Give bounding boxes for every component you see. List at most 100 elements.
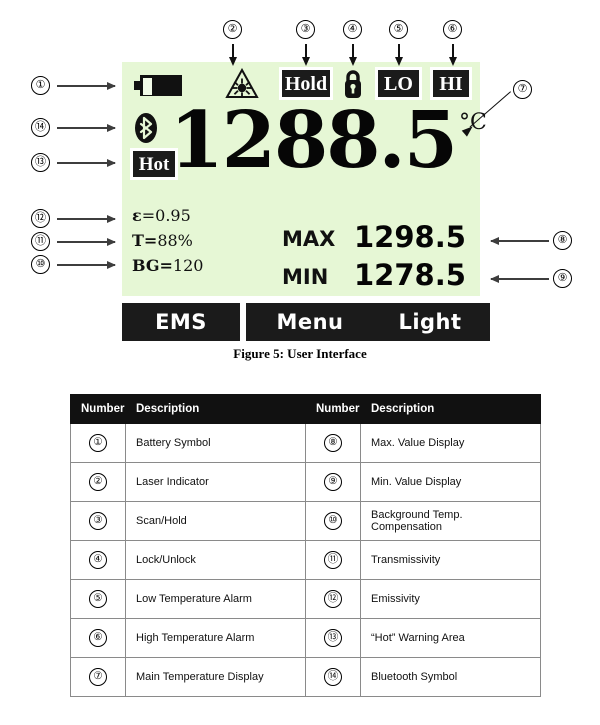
header-description-left: Description [125,394,306,424]
row-description-right: “Hot” Warning Area [360,618,541,658]
callout-9-arrow [490,275,549,283]
callout-3: ③ [296,20,315,39]
max-value-display: 1298.5 [354,220,466,254]
circled-number: ④ [89,551,107,569]
row-number-left: ① [70,423,126,463]
row-number-left: ④ [70,540,126,580]
row-description-left: Scan/Hold [125,501,306,541]
callout-8: ⑧ [553,231,572,250]
row-number-right: ⑩ [305,501,361,541]
emissivity-label: ε [132,206,142,225]
row-number-left: ③ [70,501,126,541]
softkey-bar: EMS Menu Light [122,303,490,341]
circled-number: ⑥ [89,629,107,647]
row-description-left: Battery Symbol [125,423,306,463]
row-description-right: Background Temp. Compensation [360,501,541,541]
emissivity-equals: = [141,206,156,225]
table-header-row: Number Description Number Description [70,394,541,424]
callout-11: ⑪ [31,232,50,251]
row-number-right: ⑧ [305,423,361,463]
legend-table-body: ① Battery Symbol ⑧ Max. Value Display ② Laser… [70,423,541,697]
callout-14: ⑭ [31,118,50,137]
row-number-right: ⑫ [305,579,361,619]
background-value: 120 [172,256,204,275]
battery-body [140,75,182,96]
figure-caption: Figure 5: User Interface [233,346,367,361]
row-description-left: Laser Indicator [125,462,306,502]
background-label: BG [132,256,160,275]
row-number-right: ⑨ [305,462,361,502]
circled-number: ⑧ [324,434,342,452]
light-button[interactable]: Light [370,303,490,341]
legend-table: Number Description Number Description ①B… [70,394,541,697]
circled-number: ⑩ [324,512,342,530]
max-label: MAX [282,227,336,251]
lcd-screen: Hold LO HI Hot 1288.5 ε=0.95 T=88% BG=12… [122,62,487,296]
callout-9: ⑨ [553,269,572,288]
callout-13: ⑬ [31,153,50,172]
row-number-right: ⑪ [305,540,361,580]
callout-7: ⑦ [513,80,532,99]
row-description-left: Main Temperature Display [125,657,306,697]
callout-10: ⑩ [31,255,50,274]
row-description-left: Lock/Unlock [125,540,306,580]
transmissivity-equals: = [143,231,158,250]
callout-5-arrow [395,44,403,66]
table-row: ② Laser Indicator ⑨ Min. Value Display [70,462,541,502]
table-row: ⑦ Main Temperature Display ⑭ Bluetooth Symb… [70,657,541,697]
circled-number: ⑨ [324,473,342,491]
row-description-right: Emissivity [360,579,541,619]
callout-6-arrow [449,44,457,66]
header-number-right: Number [305,394,361,424]
min-value-display: 1278.5 [354,258,466,292]
background-temp-readout: BG=120 [132,256,203,275]
callout-12-arrow [57,215,116,223]
circled-number: ⑪ [324,551,342,569]
circled-number: ② [89,473,107,491]
row-number-right: ⑬ [305,618,361,658]
min-label: MIN [282,265,329,289]
callout-5: ⑤ [389,20,408,39]
callout-13-arrow [57,159,116,167]
circled-number: ⑤ [89,590,107,608]
circled-number: ⑫ [324,590,342,608]
callout-1: ① [31,76,50,95]
callout-8-arrow [490,237,549,245]
legend-table-wrapper: Number Description Number Description ①B… [70,394,541,697]
table-row: ⑤ Low Temperature Alarm ⑫ Emissivity [70,579,541,619]
callout-4: ④ [343,20,362,39]
menu-button[interactable]: Menu [246,303,374,341]
table-row: ③ Scan/Hold ⑩ Background Temp. Compensation [70,501,541,541]
table-row: ① Battery Symbol ⑧ Max. Value Display [70,423,541,463]
circled-number: ⑬ [324,629,342,647]
background-equals: = [159,256,173,275]
row-number-left: ⑦ [70,657,126,697]
circled-number: ⑦ [89,668,107,686]
bluetooth-icon [133,112,159,144]
callout-2: ② [223,20,242,39]
table-row: ⑥ High Temperature Alarm ⑬ “Hot” Warning Ar… [70,618,541,658]
transmissivity-value: 88% [157,231,193,250]
battery-icon [134,75,182,96]
header-description-right: Description [360,394,541,424]
callout-3-arrow [302,44,310,66]
row-number-right: ⑭ [305,657,361,697]
circled-number: ① [89,434,107,452]
row-number-left: ⑤ [70,579,126,619]
ems-button[interactable]: EMS [122,303,240,341]
row-description-right: Max. Value Display [360,423,541,463]
transmissivity-label: T [132,231,144,250]
row-number-left: ② [70,462,126,502]
table-row: ④ Lock/Unlock ⑪ Transmissivity [70,540,541,580]
row-description-left: High Temperature Alarm [125,618,306,658]
battery-empty-segment [143,78,152,95]
callout-11-arrow [57,238,116,246]
row-description-right: Transmissivity [360,540,541,580]
row-number-left: ⑥ [70,618,126,658]
callout-4-arrow [349,44,357,66]
callout-14-arrow [57,124,116,132]
transmissivity-readout: T=88% [132,231,193,250]
callout-2-arrow [229,44,237,66]
main-temperature-display: 1288.5 [169,95,458,186]
header-number-left: Number [70,394,126,424]
